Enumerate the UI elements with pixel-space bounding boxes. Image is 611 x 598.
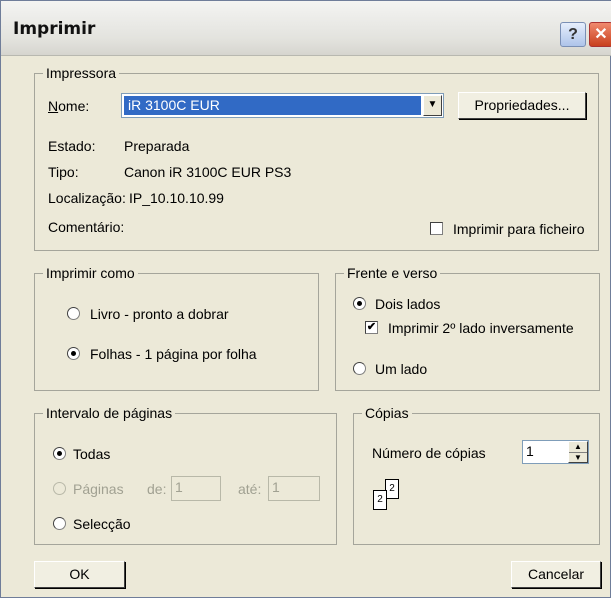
one-side-label[interactable]: Um lado	[375, 361, 427, 377]
selection-radio[interactable]	[53, 517, 66, 530]
close-button[interactable]: ✕	[589, 22, 611, 47]
printer-name-select[interactable]: iR 3100C EUR ▼	[121, 93, 444, 118]
print-as-group: Imprimir como	[34, 265, 319, 391]
printer-name-value: iR 3100C EUR	[124, 96, 421, 115]
pages-radio[interactable]	[53, 482, 66, 495]
ok-button[interactable]: OK	[34, 561, 125, 588]
duplex-legend: Frente e verso	[344, 265, 441, 281]
status-label: Estado:	[48, 138, 96, 154]
print-to-file-label[interactable]: Imprimir para ficheiro	[453, 221, 584, 237]
spin-down-icon[interactable]: ▼	[569, 453, 587, 463]
all-pages-label[interactable]: Todas	[73, 446, 110, 462]
booklet-radio[interactable]	[67, 307, 80, 320]
location-value: IP_10.10.10.99	[129, 190, 224, 206]
spin-up-icon[interactable]: ▲	[569, 442, 587, 453]
location-label: Localização:	[48, 190, 126, 206]
comment-label: Comentário:	[48, 219, 125, 235]
collate-icon: 2 2	[373, 479, 417, 515]
two-sides-radio[interactable]	[353, 297, 366, 310]
type-value: Canon iR 3100C EUR PS3	[124, 164, 292, 180]
cancel-button[interactable]: Cancelar	[511, 561, 601, 588]
collate-page-front: 2	[373, 490, 387, 510]
printer-name-label-rest: ome:	[58, 98, 90, 114]
print-dialog: Imprimir ? ✕ Impressora Nome: iR 3100C E…	[0, 0, 611, 598]
booklet-label[interactable]: Livro - pronto a dobrar	[90, 306, 229, 322]
reverse-second-side-label[interactable]: Imprimir 2º lado inversamente	[388, 320, 574, 336]
to-page-input[interactable]: 1	[268, 476, 320, 501]
all-pages-radio[interactable]	[53, 447, 66, 460]
print-to-file-checkbox[interactable]	[430, 222, 443, 235]
from-label: de:	[147, 481, 167, 497]
reverse-second-side-checkbox[interactable]: ✔	[365, 321, 378, 334]
type-label: Tipo:	[48, 164, 79, 180]
two-sides-label[interactable]: Dois lados	[375, 296, 440, 312]
printer-name-label: Nome:	[48, 98, 90, 114]
page-range-legend: Intervalo de páginas	[43, 405, 176, 421]
title-bar: Imprimir ? ✕	[1, 1, 611, 56]
sheets-label[interactable]: Folhas - 1 página por folha	[90, 346, 257, 362]
print-as-legend: Imprimir como	[43, 265, 138, 281]
copies-count-label: Número de cópias	[372, 445, 486, 461]
properties-button[interactable]: Propriedades...	[458, 92, 586, 119]
to-label: até:	[238, 481, 262, 497]
collate-page-back: 2	[385, 479, 399, 499]
sheets-radio[interactable]	[67, 347, 80, 360]
copies-spinner[interactable]: ▲ ▼	[568, 441, 588, 463]
chevron-down-icon[interactable]: ▼	[423, 95, 442, 116]
one-side-radio[interactable]	[353, 362, 366, 375]
printer-group-legend: Impressora	[43, 65, 120, 81]
selection-label[interactable]: Selecção	[73, 516, 131, 532]
help-button[interactable]: ?	[560, 22, 586, 47]
copies-legend: Cópias	[362, 405, 412, 421]
status-value: Preparada	[124, 138, 190, 154]
dialog-title: Imprimir	[13, 19, 96, 39]
from-page-input[interactable]: 1	[171, 476, 221, 501]
pages-label[interactable]: Páginas	[73, 481, 124, 497]
